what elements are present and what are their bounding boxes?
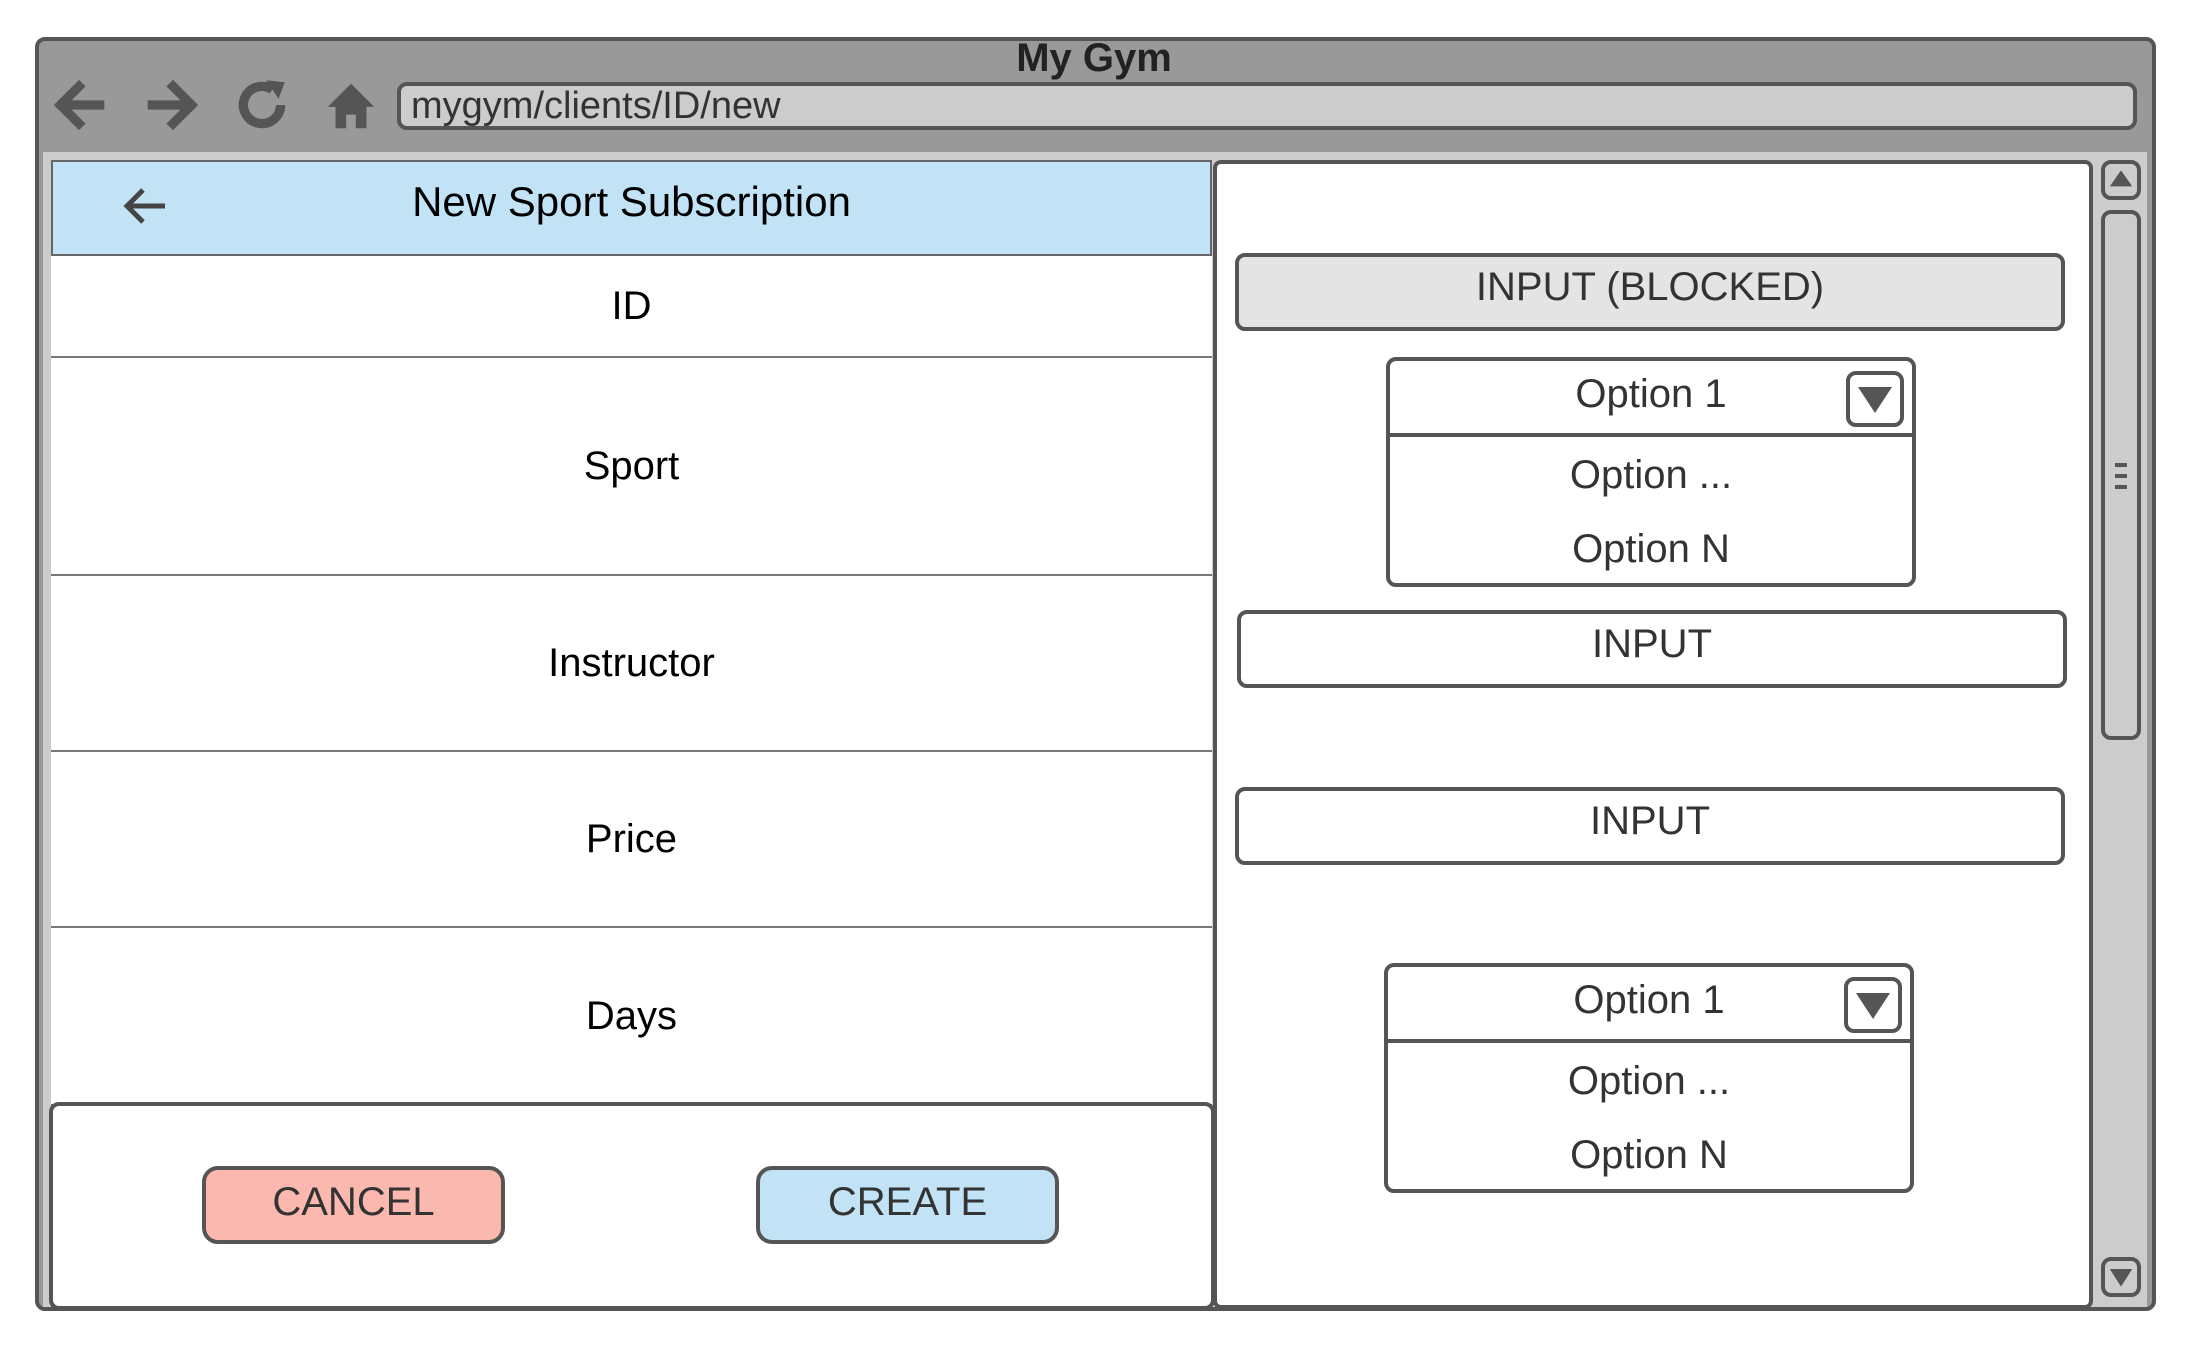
- sport-selected-option[interactable]: Option 1: [1390, 361, 1912, 437]
- instructor-input[interactable]: INPUT: [1237, 610, 2067, 688]
- refresh-icon[interactable]: [230, 74, 294, 136]
- sport-option[interactable]: Option N: [1390, 511, 1912, 587]
- page-title: New Sport Subscription: [412, 178, 851, 225]
- label-id: ID: [51, 256, 1212, 358]
- label-sport: Sport: [51, 358, 1212, 576]
- price-input[interactable]: INPUT: [1235, 787, 2065, 865]
- address-bar[interactable]: mygym/clients/ID/new: [397, 82, 2137, 130]
- label-days: Days: [51, 928, 1212, 1104]
- cancel-button[interactable]: CANCEL: [202, 1166, 505, 1244]
- id-input-blocked: INPUT (BLOCKED): [1235, 253, 2065, 331]
- label-instructor: Instructor: [51, 576, 1212, 752]
- dropdown-arrow-icon[interactable]: [1846, 371, 1904, 427]
- days-option[interactable]: Option N: [1388, 1117, 1910, 1193]
- sport-dropdown[interactable]: Option 1 Option ... Option N: [1386, 357, 1916, 587]
- home-icon[interactable]: [322, 74, 380, 136]
- sport-option[interactable]: Option ...: [1390, 437, 1912, 513]
- create-button[interactable]: CREATE: [756, 1166, 1059, 1244]
- days-dropdown[interactable]: Option 1 Option ... Option N: [1384, 963, 1914, 1193]
- forward-arrow-icon[interactable]: [142, 74, 204, 136]
- dropdown-arrow-icon[interactable]: [1844, 977, 1902, 1033]
- scroll-up-icon[interactable]: [2101, 160, 2141, 200]
- grip-icon: [2114, 462, 2128, 490]
- scroll-down-icon[interactable]: [2101, 1257, 2141, 1297]
- days-option[interactable]: Option ...: [1388, 1043, 1910, 1119]
- label-price: Price: [51, 752, 1212, 928]
- back-arrow-icon[interactable]: [48, 74, 110, 136]
- days-selected-option[interactable]: Option 1: [1388, 967, 1910, 1043]
